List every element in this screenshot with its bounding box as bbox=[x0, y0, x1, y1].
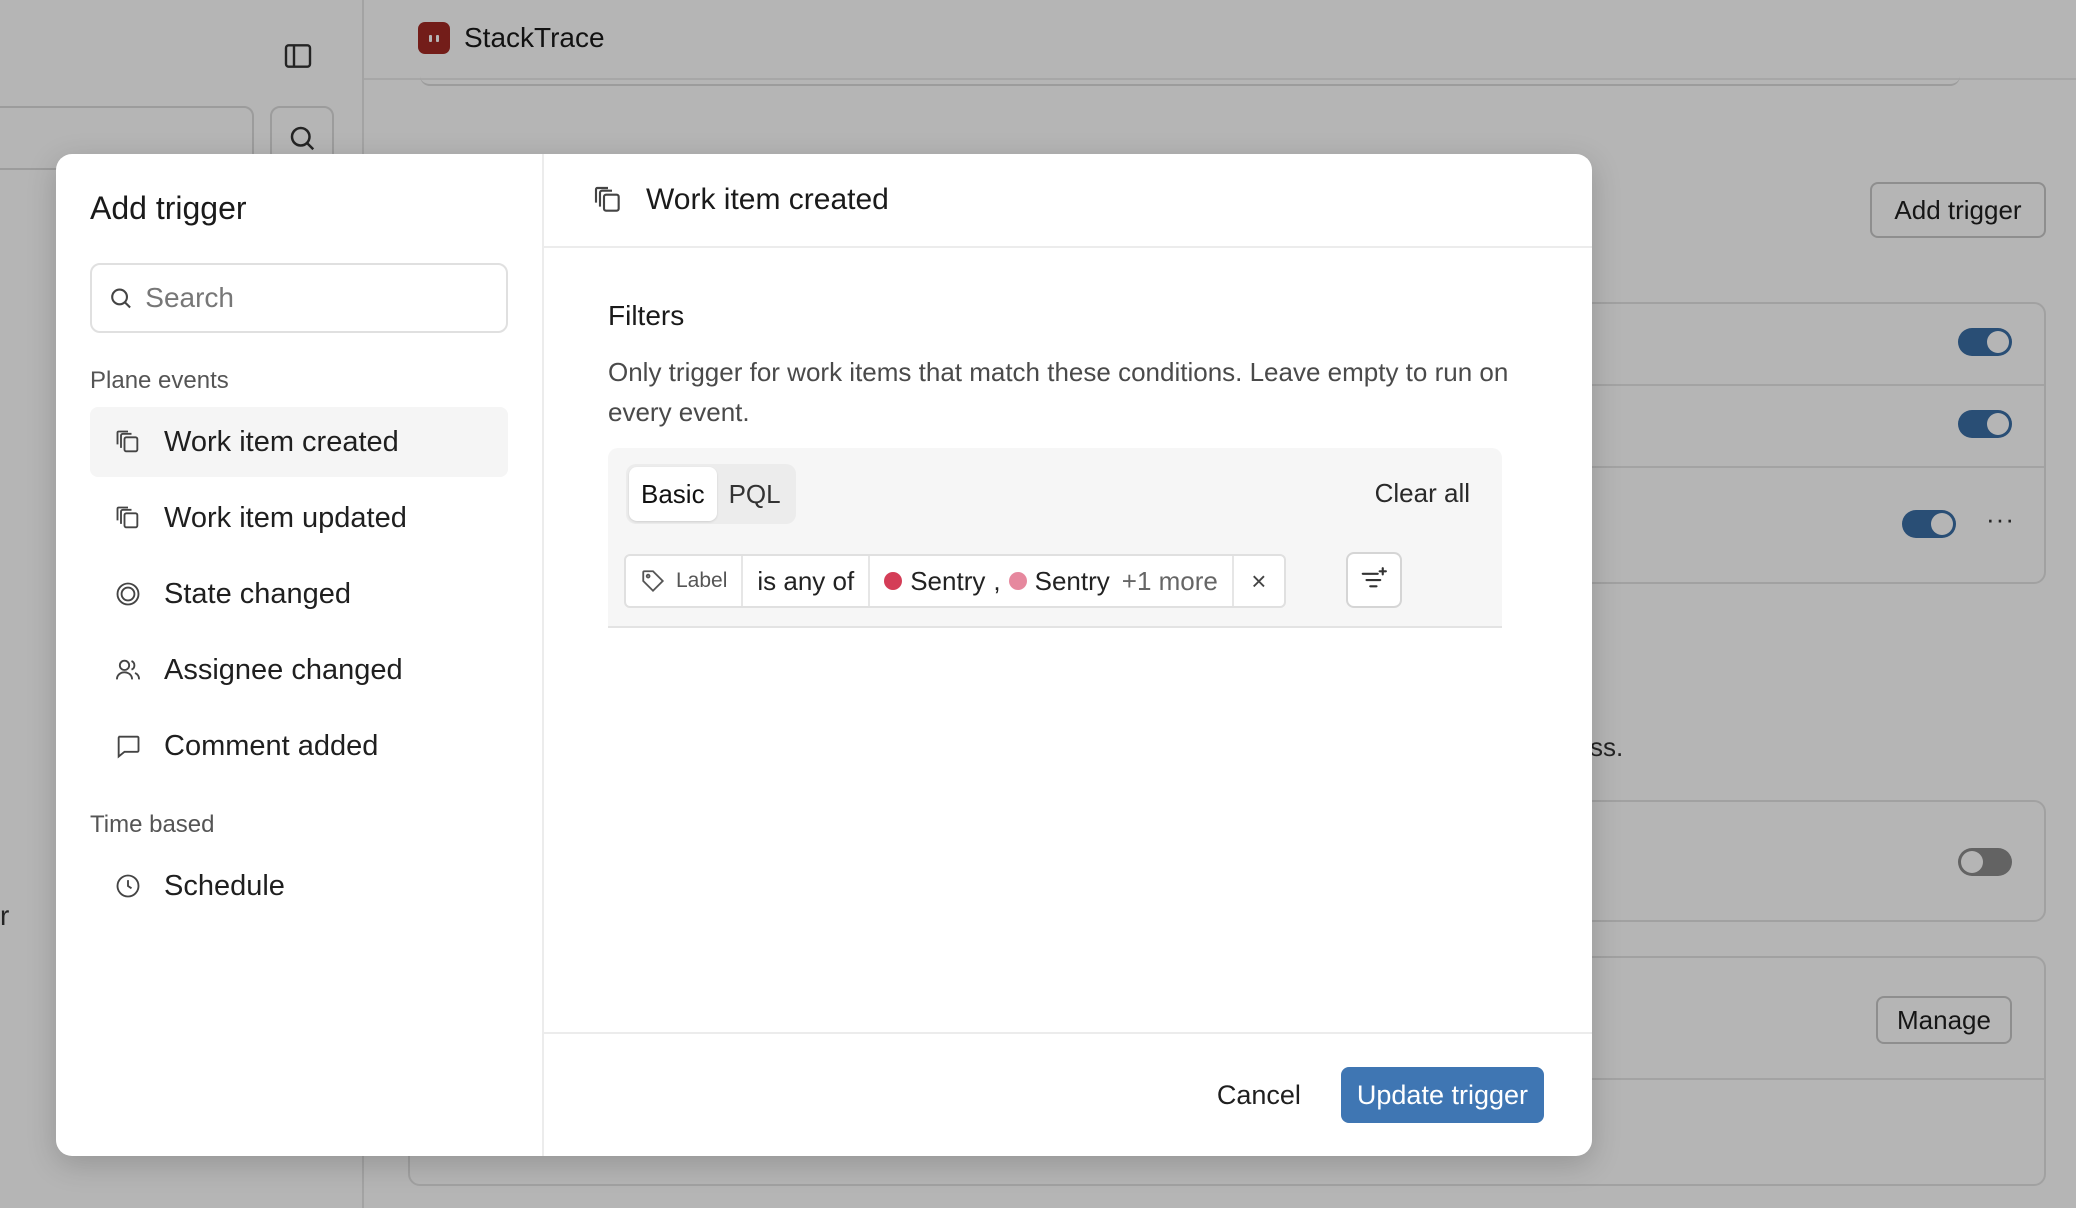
more-values-count: +1 more bbox=[1121, 565, 1218, 596]
selected-event-header: Work item created bbox=[544, 154, 1592, 248]
filter-condition: Label is any of Sentry , Sentry +1 more … bbox=[624, 554, 1286, 608]
event-work-item-created[interactable]: Work item created bbox=[90, 407, 508, 477]
comment-icon bbox=[117, 735, 140, 759]
filter-property[interactable]: Label bbox=[626, 556, 744, 606]
trigger-type-panel: Add trigger Plane events Work item creat… bbox=[56, 154, 544, 1156]
work-items-icon bbox=[116, 430, 139, 453]
event-work-item-updated[interactable]: Work item updated bbox=[90, 483, 508, 553]
label-color-dot bbox=[1008, 572, 1027, 590]
event-label: Schedule bbox=[164, 869, 285, 902]
selected-event-title: Work item created bbox=[646, 183, 889, 216]
add-trigger-modal: Add trigger Plane events Work item creat… bbox=[56, 154, 1592, 1156]
event-label: Assignee changed bbox=[164, 653, 403, 686]
filters-title: Filters bbox=[608, 300, 685, 331]
filters-description: Only trigger for work items that match t… bbox=[608, 357, 1509, 427]
modal-footer: Cancel Update trigger bbox=[544, 1032, 1592, 1156]
update-trigger-button[interactable]: Update trigger bbox=[1340, 1067, 1544, 1123]
remove-filter-button[interactable]: × bbox=[1234, 556, 1284, 606]
tab-pql[interactable]: PQL bbox=[717, 467, 793, 521]
work-items-icon bbox=[116, 506, 139, 529]
users-icon bbox=[115, 659, 141, 680]
event-assignee-changed[interactable]: Assignee changed bbox=[90, 635, 508, 705]
event-label: Work item updated bbox=[164, 501, 407, 534]
section-label-plane-events: Plane events bbox=[90, 367, 229, 394]
filter-add-icon bbox=[1361, 567, 1387, 588]
filter-value: Sentry bbox=[910, 565, 986, 596]
search-icon bbox=[111, 288, 131, 309]
event-schedule[interactable]: Schedule bbox=[90, 851, 508, 921]
filters-section: Filters Only trigger for work items that… bbox=[544, 248, 1592, 1032]
filter-property-label: Label bbox=[676, 569, 728, 592]
state-circle-icon bbox=[116, 582, 140, 606]
event-label: Comment added bbox=[164, 729, 379, 762]
cancel-button[interactable]: Cancel bbox=[1217, 1080, 1301, 1111]
clear-all-button[interactable]: Clear all bbox=[1375, 478, 1470, 509]
tag-icon bbox=[642, 570, 665, 593]
filter-values[interactable]: Sentry , Sentry +1 more bbox=[870, 556, 1234, 606]
trigger-search-input[interactable] bbox=[145, 282, 490, 314]
add-filter-button[interactable] bbox=[1346, 552, 1402, 608]
event-label: Work item created bbox=[164, 425, 399, 458]
filter-operator[interactable]: is any of bbox=[743, 556, 871, 606]
event-label: State changed bbox=[164, 577, 352, 610]
modal-title: Add trigger bbox=[90, 190, 247, 226]
filter-builder: Basic PQL Clear all Label is any of Sent… bbox=[608, 448, 1502, 628]
work-items-icon bbox=[594, 186, 620, 212]
clock-icon bbox=[116, 874, 140, 898]
value-separator: , bbox=[993, 565, 1001, 596]
event-state-changed[interactable]: State changed bbox=[90, 559, 508, 629]
trigger-search[interactable] bbox=[90, 263, 508, 333]
label-color-dot bbox=[884, 572, 903, 590]
tab-basic[interactable]: Basic bbox=[629, 467, 717, 521]
trigger-config-panel: Work item created Filters Only trigger f… bbox=[544, 154, 1592, 1156]
section-label-time-based: Time based bbox=[90, 811, 215, 838]
filter-mode-switch: Basic PQL bbox=[626, 464, 796, 524]
filter-value: Sentry bbox=[1034, 565, 1110, 596]
event-comment-added[interactable]: Comment added bbox=[90, 711, 508, 781]
